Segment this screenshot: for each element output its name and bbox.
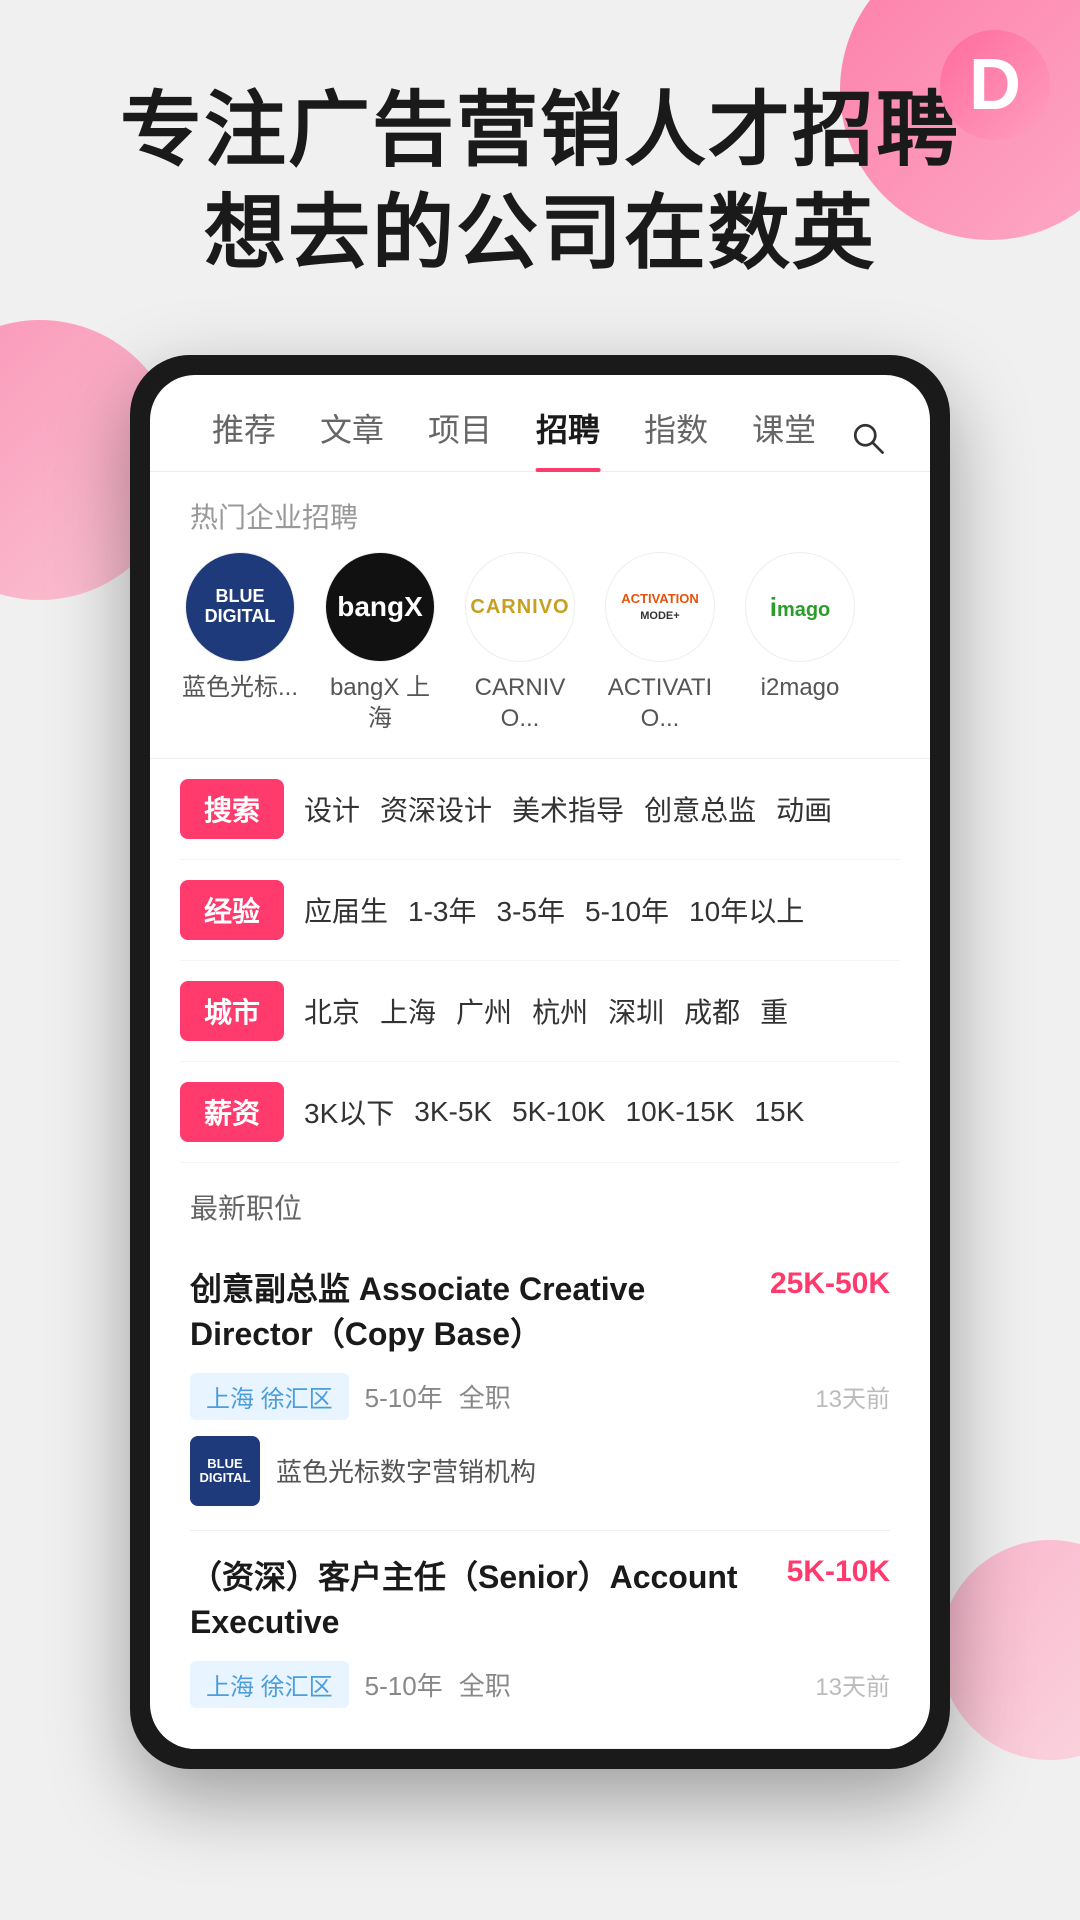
filter-option-15k-plus[interactable]: 15K: [754, 1096, 804, 1128]
job-meta-row-1: 上海 徐汇区 5-10年 全职 13天前: [190, 1373, 890, 1420]
filter-option-3k-below[interactable]: 3K以下: [304, 1092, 394, 1132]
filter-option-animation[interactable]: 动画: [776, 789, 832, 829]
tab-project[interactable]: 项目: [406, 405, 514, 471]
company-i2mago[interactable]: imago i2mago: [740, 552, 860, 703]
company-bangx[interactable]: bangX bangX 上海: [320, 552, 440, 734]
search-icon: [848, 418, 888, 458]
app-icon-letter: D: [969, 49, 1021, 121]
company-logo-activation: ACTIVATIONMODE+: [605, 552, 715, 662]
filter-option-10plus[interactable]: 10年以上: [689, 890, 804, 930]
filter-option-beijing[interactable]: 北京: [304, 991, 360, 1031]
filter-tag-salary[interactable]: 薪资: [180, 1082, 284, 1142]
filter-option-chengdu[interactable]: 成都: [684, 991, 740, 1031]
company-name-i2mago: i2mago: [761, 672, 840, 703]
company-activation[interactable]: ACTIVATIONMODE+ ACTIVATIO...: [600, 552, 720, 734]
job-experience-2: 5-10年: [365, 1666, 443, 1703]
companies-row: BLUEDIGITAL 蓝色光标... bangX bangX 上海 CARNI…: [150, 552, 930, 758]
filter-option-creative-director[interactable]: 创意总监: [644, 789, 756, 829]
filter-option-hangzhou[interactable]: 杭州: [532, 991, 588, 1031]
company-logo-i2mago: imago: [745, 552, 855, 662]
filter-tag-search[interactable]: 搜索: [180, 779, 284, 839]
filter-option-5-10[interactable]: 5-10年: [585, 890, 669, 930]
search-button[interactable]: [846, 416, 890, 460]
job-salary-2: 5K-10K: [787, 1555, 890, 1589]
company-name-activation: ACTIVATIO...: [600, 672, 720, 734]
filter-row-salary: 薪资 3K以下 3K-5K 5K-10K 10K-15K 15K: [180, 1062, 900, 1163]
jobs-label: 最新职位: [190, 1163, 890, 1243]
filter-option-shenzhen[interactable]: 深圳: [608, 991, 664, 1031]
job-title-1: 创意副总监 Associate Creative Director（Copy B…: [190, 1267, 770, 1357]
tab-jobs[interactable]: 招聘: [514, 405, 622, 471]
filter-option-fresh[interactable]: 应届生: [304, 890, 388, 930]
company-carnivo[interactable]: CARNIVO CARNIVO...: [460, 552, 580, 734]
filter-option-1-3[interactable]: 1-3年: [408, 890, 476, 930]
filter-option-senior-design[interactable]: 资深设计: [380, 789, 492, 829]
phone-screen: 推荐 文章 项目 招聘 指数 课堂 热门企业招聘: [150, 375, 930, 1749]
filter-option-3-5[interactable]: 3-5年: [497, 890, 565, 930]
filter-option-shanghai[interactable]: 上海: [380, 991, 436, 1031]
filter-option-design[interactable]: 设计: [304, 789, 360, 829]
job-title-row-1: 创意副总监 Associate Creative Director（Copy B…: [190, 1267, 890, 1357]
job-card-1[interactable]: 创意副总监 Associate Creative Director（Copy B…: [190, 1243, 890, 1531]
jobs-section: 最新职位 创意副总监 Associate Creative Director（C…: [150, 1163, 930, 1748]
hero-section: 专注广告营销人才招聘 想去的公司在数英: [0, 0, 1080, 325]
job-location-tag-2: 上海 徐汇区: [190, 1661, 349, 1708]
job-company-row-1: BLUEDIGITAL 蓝色光标数字营销机构: [190, 1436, 890, 1506]
job-title-row-2: （资深）客户主任（Senior）Account Executive 5K-10K: [190, 1555, 890, 1645]
job-experience-1: 5-10年: [365, 1378, 443, 1415]
company-name-bangx: bangX 上海: [320, 672, 440, 734]
job-salary-1: 25K-50K: [770, 1267, 890, 1301]
tab-index[interactable]: 指数: [622, 405, 730, 471]
filter-section: 搜索 设计 资深设计 美术指导 创意总监 动画 经验 应届生 1-3年 3-5年…: [150, 758, 930, 1163]
company-name-blue-digital: 蓝色光标...: [182, 672, 298, 703]
tab-article[interactable]: 文章: [298, 405, 406, 471]
filter-option-guangzhou[interactable]: 广州: [456, 991, 512, 1031]
job-location-tag-1: 上海 徐汇区: [190, 1373, 349, 1420]
filter-option-5k-10k[interactable]: 5K-10K: [512, 1096, 605, 1128]
tab-recommend[interactable]: 推荐: [190, 405, 298, 471]
phone-frame: 推荐 文章 项目 招聘 指数 课堂 热门企业招聘: [130, 355, 950, 1769]
hero-line2: 想去的公司在数英: [60, 183, 1020, 286]
hero-title: 专注广告营销人才招聘 想去的公司在数英: [60, 80, 1020, 285]
company-blue-digital[interactable]: BLUEDIGITAL 蓝色光标...: [180, 552, 300, 703]
company-name-carnivo: CARNIVO...: [460, 672, 580, 734]
job-type-2: 全职: [459, 1666, 511, 1703]
hot-companies-label: 热门企业招聘: [150, 472, 930, 552]
company-logo-carnivo: CARNIVO: [465, 552, 575, 662]
filter-tag-city[interactable]: 城市: [180, 981, 284, 1041]
company-logo-bangx: bangX: [325, 552, 435, 662]
job-type-1: 全职: [459, 1378, 511, 1415]
nav-tabs: 推荐 文章 项目 招聘 指数 课堂: [150, 375, 930, 472]
company-logo-blue-digital: BLUEDIGITAL: [185, 552, 295, 662]
tab-course[interactable]: 课堂: [730, 405, 838, 471]
hero-line1: 专注广告营销人才招聘: [60, 80, 1020, 183]
job-time-1: 13天前: [815, 1379, 890, 1414]
company-mini-name-1: 蓝色光标数字营销机构: [276, 1452, 536, 1489]
app-icon[interactable]: D: [940, 30, 1050, 140]
phone-wrapper: 推荐 文章 项目 招聘 指数 课堂 热门企业招聘: [0, 355, 1080, 1769]
job-card-2[interactable]: （资深）客户主任（Senior）Account Executive 5K-10K…: [190, 1531, 890, 1749]
filter-option-art-director[interactable]: 美术指导: [512, 789, 624, 829]
filter-row-city: 城市 北京 上海 广州 杭州 深圳 成都 重: [180, 961, 900, 1062]
filter-tag-experience[interactable]: 经验: [180, 880, 284, 940]
filter-option-10k-15k[interactable]: 10K-15K: [626, 1096, 735, 1128]
filter-option-3k-5k[interactable]: 3K-5K: [414, 1096, 492, 1128]
filter-option-chongqing[interactable]: 重: [760, 991, 788, 1031]
company-mini-logo-1: BLUEDIGITAL: [190, 1436, 260, 1506]
job-title-2: （资深）客户主任（Senior）Account Executive: [190, 1555, 787, 1645]
filter-row-experience: 经验 应届生 1-3年 3-5年 5-10年 10年以上: [180, 860, 900, 961]
job-meta-row-2: 上海 徐汇区 5-10年 全职 13天前: [190, 1661, 890, 1708]
job-time-2: 13天前: [815, 1667, 890, 1702]
filter-row-search: 搜索 设计 资深设计 美术指导 创意总监 动画: [180, 759, 900, 860]
